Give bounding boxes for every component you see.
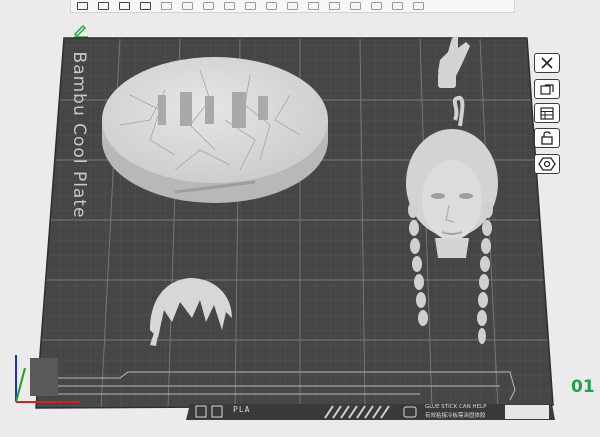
plate-index-label[interactable]: 01 bbox=[571, 377, 595, 397]
hexagon-icon bbox=[538, 157, 556, 171]
settings-icon bbox=[540, 106, 554, 120]
round-base-model[interactable] bbox=[102, 57, 328, 203]
arrange-button[interactable] bbox=[534, 79, 560, 99]
lock-button[interactable] bbox=[534, 128, 560, 148]
plate-note-line1: GLUE STICK CAN HELP bbox=[425, 404, 487, 410]
filament-type-label: PLA bbox=[233, 405, 251, 414]
plate-name-label: Bambu Cool Plate bbox=[69, 51, 89, 219]
close-plate-button[interactable] bbox=[534, 53, 560, 73]
plate-settings-button[interactable] bbox=[534, 103, 560, 123]
build-plate-viewport[interactable] bbox=[0, 0, 600, 437]
unlock-icon bbox=[541, 131, 553, 145]
slice-plate-button[interactable] bbox=[534, 154, 560, 174]
plate-note-line2: 有效粘接冷板需涂固体胶 bbox=[425, 413, 486, 419]
close-icon bbox=[541, 57, 553, 69]
arrange-icon bbox=[540, 83, 554, 95]
